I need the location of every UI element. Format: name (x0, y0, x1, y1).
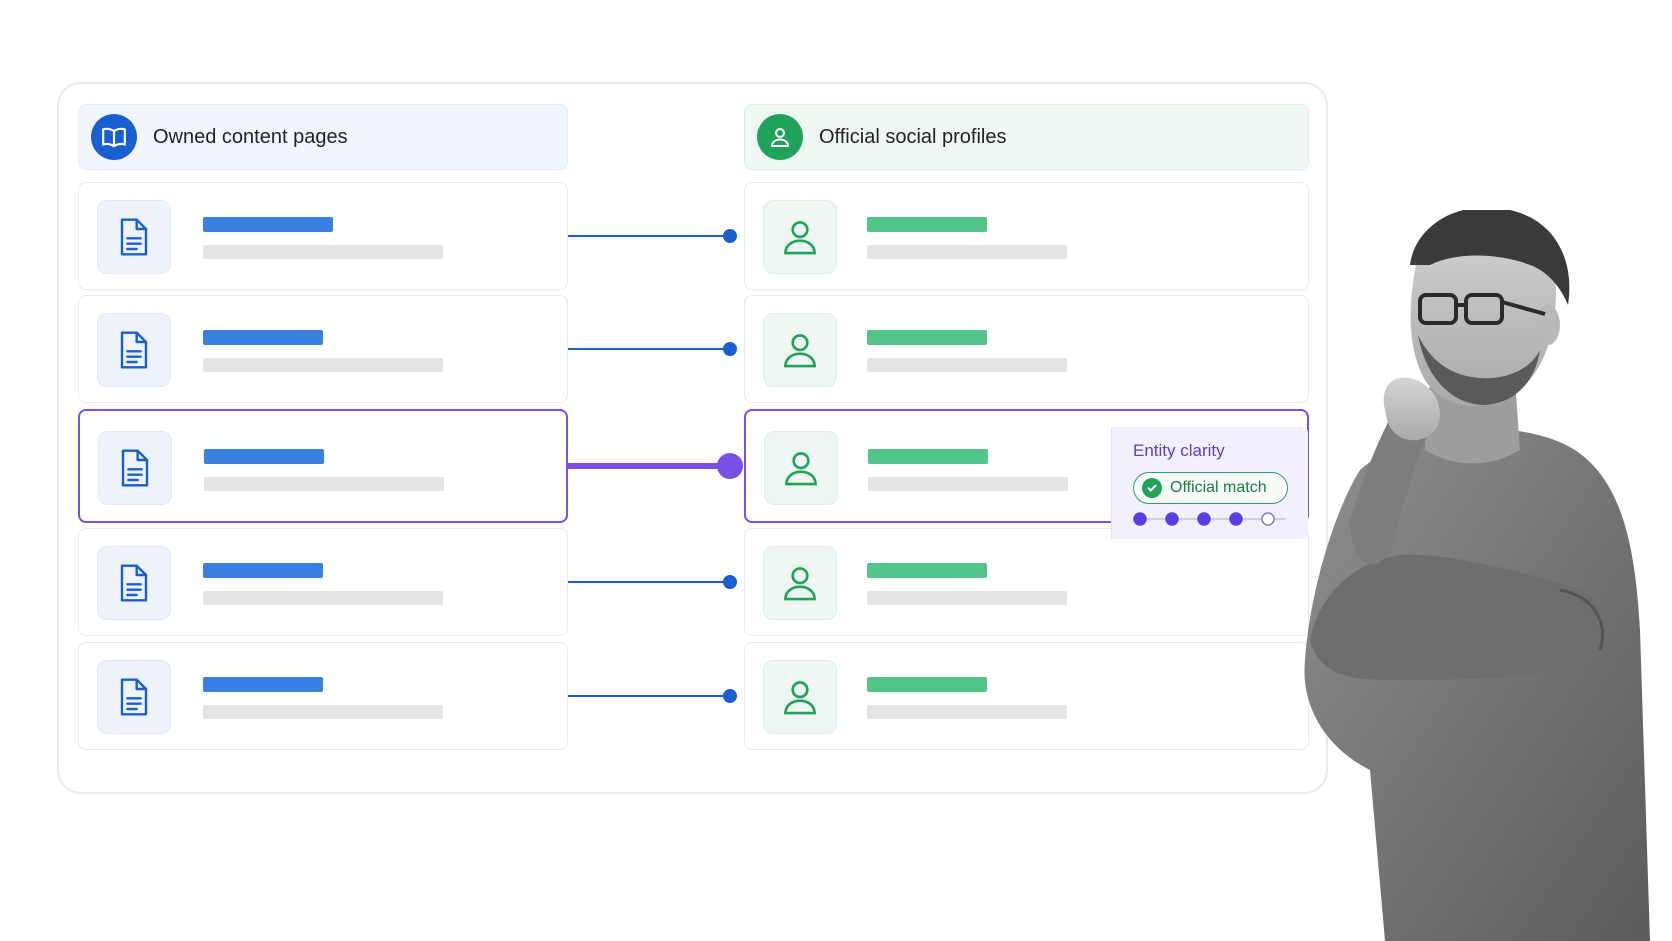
user-outline-icon (763, 546, 837, 620)
page-description-placeholder (203, 358, 443, 372)
owned-page-card[interactable] (78, 528, 568, 636)
social-profiles-title: Official social profiles (819, 125, 1007, 148)
page-description-placeholder (203, 591, 443, 605)
document-icon (97, 660, 171, 734)
open-book-icon (91, 114, 137, 160)
link-node (723, 575, 737, 589)
profile-description-placeholder (867, 705, 1067, 719)
progress-step-filled (1229, 512, 1243, 526)
active-link-line (568, 463, 728, 469)
document-icon (97, 313, 171, 387)
profile-name-placeholder (868, 449, 988, 464)
official-match-label: Official match (1170, 479, 1267, 496)
profile-name-placeholder (867, 217, 987, 232)
link-line (568, 348, 730, 350)
profile-description-placeholder (868, 477, 1068, 491)
social-profile-card[interactable] (744, 642, 1309, 750)
document-icon (97, 546, 171, 620)
owned-pages-header: Owned content pages (78, 104, 568, 170)
entity-clarity-title: Entity clarity (1133, 441, 1225, 460)
profile-name-placeholder (867, 330, 987, 345)
thinking-man-photo (1304, 210, 1650, 941)
active-link-node (717, 453, 743, 479)
social-profile-card[interactable] (744, 528, 1309, 636)
link-line (568, 581, 730, 583)
official-match-badge: Official match (1133, 472, 1288, 504)
user-outline-icon (764, 431, 838, 505)
owned-page-card[interactable] (78, 642, 568, 750)
profile-name-placeholder (867, 677, 987, 692)
page-title-placeholder (204, 449, 324, 464)
progress-step-filled (1197, 512, 1211, 526)
link-node (723, 229, 737, 243)
link-line (568, 695, 730, 697)
owned-page-card[interactable] (78, 295, 568, 403)
page-description-placeholder (203, 245, 443, 259)
social-profile-card[interactable] (744, 182, 1309, 290)
clarity-progress-steps (1133, 512, 1286, 526)
page-title-placeholder (203, 217, 333, 232)
check-circle-icon (1142, 478, 1162, 498)
page-title-placeholder (203, 563, 323, 578)
profile-description-placeholder (867, 591, 1067, 605)
user-icon (757, 114, 803, 160)
progress-step-filled (1133, 512, 1147, 526)
social-profiles-header: Official social profiles (744, 104, 1309, 170)
page-description-placeholder (203, 705, 443, 719)
user-outline-icon (763, 313, 837, 387)
profile-description-placeholder (867, 245, 1067, 259)
profile-description-placeholder (867, 358, 1067, 372)
link-node (723, 342, 737, 356)
entity-clarity-panel: Entity clarity Official match (1111, 427, 1308, 539)
progress-step-filled (1165, 512, 1179, 526)
user-outline-icon (763, 660, 837, 734)
owned-page-card[interactable] (78, 409, 568, 523)
progress-step-empty (1261, 512, 1275, 526)
owned-page-card[interactable] (78, 182, 568, 290)
owned-pages-title: Owned content pages (153, 125, 348, 148)
document-icon (97, 200, 171, 274)
page-title-placeholder (203, 677, 323, 692)
link-node (723, 689, 737, 703)
user-outline-icon (763, 200, 837, 274)
page-title-placeholder (203, 330, 323, 345)
social-profile-card[interactable] (744, 295, 1309, 403)
link-line (568, 235, 730, 237)
page-description-placeholder (204, 477, 444, 491)
profile-name-placeholder (867, 563, 987, 578)
document-icon (98, 431, 172, 505)
